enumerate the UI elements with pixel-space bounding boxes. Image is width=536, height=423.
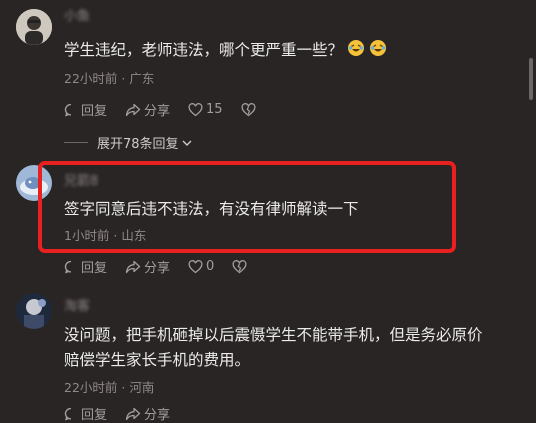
- comment-actions: 回复 分享 15: [64, 100, 277, 119]
- highlight-box: [38, 161, 456, 253]
- like-button[interactable]: 15: [188, 102, 223, 117]
- divider: [64, 142, 88, 143]
- dislike-button[interactable]: [232, 259, 250, 274]
- reply-icon: [64, 260, 72, 274]
- comment-time-location: 22小时前 · 广东: [64, 71, 155, 86]
- comment-actions: 回复 分享: [64, 404, 188, 423]
- share-button[interactable]: 分享: [125, 257, 170, 276]
- broken-heart-icon: [241, 102, 256, 116]
- avatar[interactable]: [16, 9, 52, 45]
- expand-replies-label: 展开78条回复: [97, 137, 179, 152]
- scrollbar[interactable]: [529, 58, 533, 100]
- reply-label: 回复: [81, 408, 108, 423]
- like-button[interactable]: 0: [188, 259, 214, 274]
- reply-button[interactable]: 回复: [64, 404, 107, 423]
- laughing-crying-emoji-icon: [369, 39, 387, 65]
- heart-icon: [188, 259, 203, 273]
- username[interactable]: 小鱼: [64, 5, 90, 24]
- broken-heart-icon: [232, 259, 247, 273]
- heart-icon: [188, 102, 203, 116]
- share-label: 分享: [144, 408, 171, 423]
- reply-icon: [64, 103, 72, 117]
- share-icon: [125, 260, 141, 273]
- reply-button[interactable]: 回复: [64, 100, 107, 119]
- chevron-down-icon: [182, 140, 192, 146]
- laughing-crying-emoji-icon: [347, 39, 365, 65]
- share-label: 分享: [144, 261, 171, 276]
- dislike-button[interactable]: [241, 102, 259, 117]
- username[interactable]: 淘客: [64, 295, 90, 314]
- expand-replies-button[interactable]: 展开78条回复: [64, 133, 193, 152]
- comment-actions: 回复 分享 0: [64, 257, 268, 276]
- share-button[interactable]: 分享: [125, 404, 170, 423]
- reply-icon: [64, 407, 72, 421]
- comment-text-content: 学生违纪，老师违法，哪个更严重一些？: [64, 41, 344, 59]
- reply-label: 回复: [81, 104, 108, 119]
- share-label: 分享: [144, 104, 171, 119]
- share-icon: [125, 103, 141, 116]
- reply-button[interactable]: 回复: [64, 257, 107, 276]
- comment-text: 没问题，把手机砸掉以后震慑学生不能带手机，但是务必原价 赔偿学生家长手机的费用。: [64, 323, 483, 373]
- like-count: 15: [206, 102, 223, 117]
- share-button[interactable]: 分享: [125, 100, 170, 119]
- comment-time-location: 22小时前 · 河南: [64, 380, 155, 395]
- avatar[interactable]: [16, 293, 52, 329]
- like-count: 0: [206, 259, 215, 274]
- reply-label: 回复: [81, 261, 108, 276]
- comment-text: 学生违纪，老师违法，哪个更严重一些？: [64, 38, 387, 65]
- comment-text-line: 没问题，把手机砸掉以后震慑学生不能带手机，但是务必原价: [64, 326, 483, 344]
- share-icon: [125, 407, 141, 420]
- comment-text-line: 赔偿学生家长手机的费用。: [64, 351, 251, 369]
